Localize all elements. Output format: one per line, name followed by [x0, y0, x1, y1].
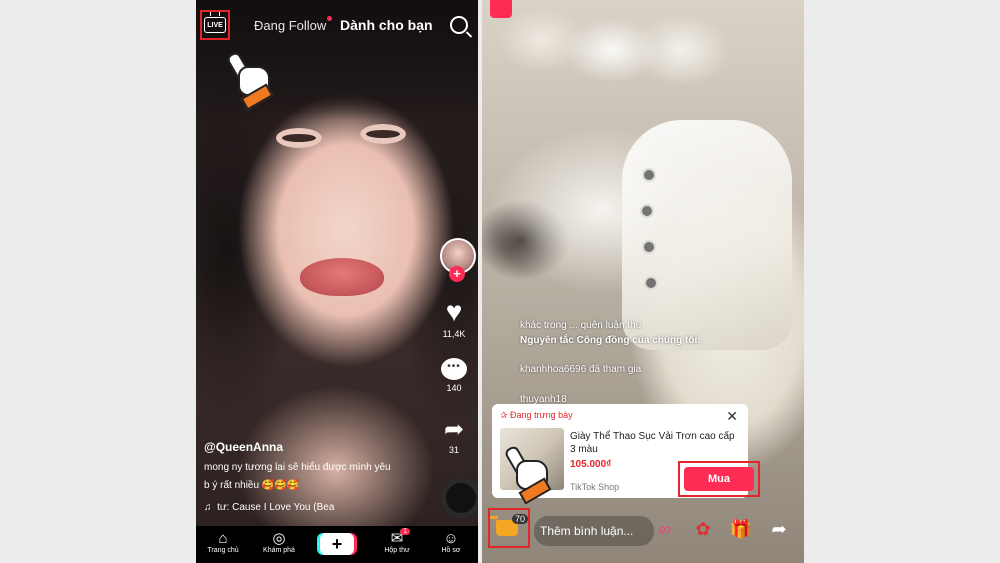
chat-message: khác trong ... quên luận thu: [520, 320, 642, 331]
search-icon[interactable]: [450, 16, 468, 34]
bottom-navigation: ⌂ Trang chủ ◎ Khám phá + ✉ 1 Hộp thư ☺ H…: [196, 526, 478, 563]
nav-home[interactable]: ⌂ Trang chủ: [198, 530, 248, 554]
creator-username[interactable]: @QueenAnna: [204, 440, 283, 454]
comment-button[interactable]: 140: [436, 358, 472, 393]
gift-icon[interactable]: 🎁: [728, 518, 754, 540]
live-badge-icon: [490, 0, 512, 18]
person-icon: ☺: [443, 530, 459, 547]
comment-count: 140: [446, 383, 462, 393]
shop-name: TikTok Shop: [570, 482, 620, 492]
tab-following[interactable]: Đang Follow: [254, 16, 333, 33]
product-title[interactable]: Giày Thể Thao Sục Vải Trơn cao cấp 3 màu: [570, 430, 742, 456]
nav-inbox[interactable]: ✉ 1 Hộp thư: [372, 528, 422, 554]
home-icon: ⌂: [218, 530, 228, 547]
link-icon[interactable]: ∞: [652, 518, 678, 540]
like-button[interactable]: ♥ 11,4K: [436, 296, 472, 340]
music-disc-icon[interactable]: [441, 478, 478, 518]
top-navigation: LIVE Đang Follow Dành cho bạn: [196, 0, 478, 50]
right-eye: [360, 124, 406, 144]
inbox-badge: 1: [400, 528, 410, 535]
share-count: 31: [448, 445, 459, 455]
tiktok-feed-screen: LIVE Đang Follow Dành cho bạn + ♥ 11,4K …: [196, 0, 478, 563]
left-eye: [276, 128, 322, 148]
compass-icon: ◎: [272, 530, 286, 547]
rose-icon[interactable]: ✿: [690, 518, 716, 540]
follow-plus-icon[interactable]: +: [449, 266, 465, 282]
cart-count-badge: 70: [512, 514, 529, 524]
share-arrow-icon: ➦: [443, 416, 465, 443]
pointing-hand-icon: [503, 444, 552, 505]
heart-icon: ♥: [445, 296, 463, 327]
music-note-icon: ♫: [204, 502, 212, 513]
chat-message: Nguyên tắc Cộng đồng của chúng tôi.: [520, 335, 700, 346]
product-price: 105.000₫: [570, 459, 612, 470]
close-icon[interactable]: ✕: [726, 408, 738, 425]
chat-message: khanhhoa6696 đã tham gia: [520, 364, 642, 375]
live-button[interactable]: LIVE: [200, 10, 230, 40]
comment-input[interactable]: [534, 516, 654, 546]
nav-profile[interactable]: ☺ Hồ sơ: [426, 530, 476, 554]
nav-discover[interactable]: ◎ Khám phá: [254, 530, 304, 554]
create-video-button[interactable]: +: [320, 533, 354, 555]
video-description: mong ny tương lai sẽ hiểu được mình yêu: [204, 462, 391, 473]
tiktok-live-shop-screen: khác trong ... quên luận thu Nguyên tắc …: [482, 0, 804, 563]
like-count: 11,4K: [442, 329, 466, 339]
share-arrow-icon[interactable]: ➦: [766, 518, 792, 540]
comment-icon: [441, 358, 467, 380]
inbox-icon: ✉: [390, 530, 404, 547]
share-button[interactable]: ➦ 31: [436, 416, 472, 456]
buy-button[interactable]: Mua: [684, 467, 754, 491]
music-track[interactable]: ♫ tư: Cause I Love You (Bea: [204, 502, 334, 513]
pointing-hand-icon: [225, 50, 274, 111]
following-dot-icon: [327, 16, 333, 21]
live-tv-icon: LIVE: [204, 17, 226, 33]
showcase-status: ✰ Đang trưng bày: [500, 410, 573, 420]
video-description-cont: b ý rất nhiều 🥰🥰🥰: [204, 480, 300, 491]
lips: [300, 258, 384, 296]
tab-for-you[interactable]: Dành cho bạn: [340, 17, 433, 33]
shoe-image: [622, 120, 792, 350]
